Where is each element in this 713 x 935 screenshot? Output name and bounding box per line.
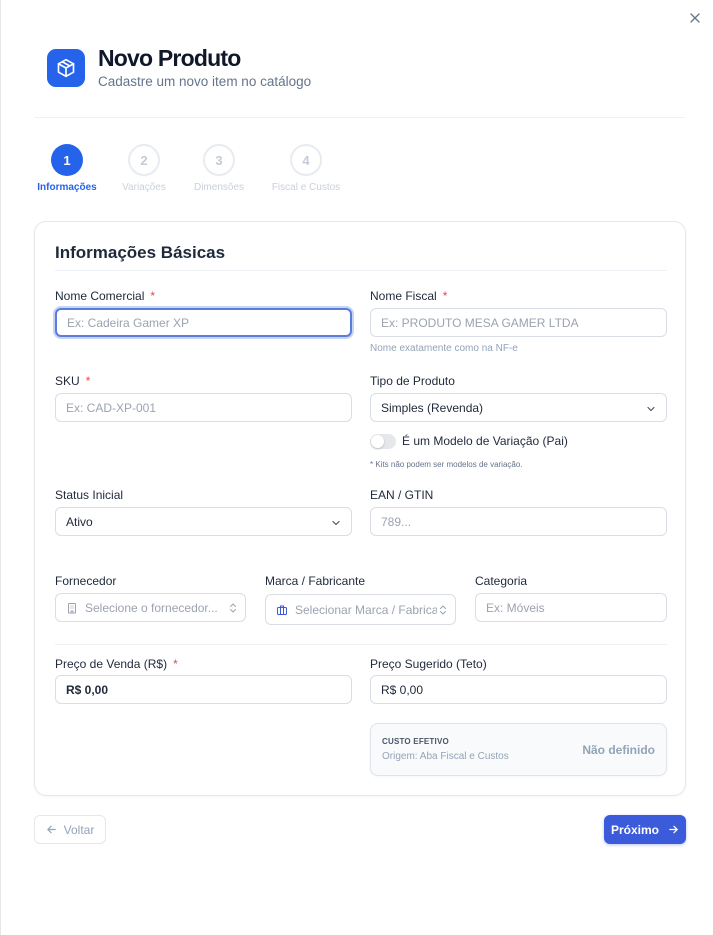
close-icon[interactable]	[687, 10, 703, 26]
nome-fiscal-label: Nome Fiscal *	[370, 289, 447, 303]
chevrons-up-down-icon	[229, 602, 237, 617]
back-label: Voltar	[63, 822, 95, 837]
ean-input[interactable]: 789...	[370, 507, 667, 536]
chevron-down-icon	[646, 403, 656, 417]
custo-efetivo-title: CUSTO EFETIVO	[382, 737, 449, 746]
modal-header: Novo Produto Cadastre um novo item no ca…	[47, 45, 311, 89]
step-number: 3	[203, 144, 235, 176]
header-divider	[34, 117, 685, 118]
custo-efetivo-value: Não definido	[582, 743, 655, 757]
status-inicial-value: Ativo	[66, 514, 93, 529]
tipo-produto-value: Simples (Revenda)	[381, 400, 484, 415]
modelo-variacao-label: É um Modelo de Variação (Pai)	[402, 434, 568, 448]
custo-efetivo-origin: Origem: Aba Fiscal e Custos	[382, 751, 509, 762]
stepper: 1 Informações 2 Variações 3 Dimensões 4 …	[1, 144, 713, 204]
page-title: Novo Produto	[98, 45, 241, 71]
next-button[interactable]: Próximo	[604, 815, 686, 844]
chevrons-up-down-icon	[439, 604, 447, 619]
status-inicial-label: Status Inicial	[55, 488, 124, 502]
preco-venda-label: Preço de Venda (R$) *	[55, 657, 178, 671]
categoria-label: Categoria	[475, 574, 528, 588]
step-fiscal-custos[interactable]: 4 Fiscal e Custos	[251, 144, 361, 193]
tipo-produto-label: Tipo de Produto	[370, 374, 455, 388]
briefcase-icon	[276, 604, 288, 616]
fornecedor-label: Fornecedor	[55, 574, 117, 588]
preco-sugerido-label: Preço Sugerido (Teto)	[370, 657, 487, 671]
fornecedor-placeholder: Selecione o fornecedor...	[85, 600, 218, 615]
marca-label: Marca / Fabricante	[265, 574, 366, 588]
marca-placeholder: Selecionar Marca / Fabricante	[295, 602, 437, 617]
basic-info-card: Informações Básicas Nome Comercial * Ex: …	[34, 221, 686, 796]
categoria-input[interactable]: Ex: Móveis	[475, 593, 667, 622]
preco-sugerido-input[interactable]: R$ 0,00	[370, 675, 667, 704]
step-number: 1	[51, 144, 83, 176]
nome-comercial-input[interactable]: Ex: Cadeira Gamer XP	[55, 308, 352, 337]
required-mark: *	[85, 374, 91, 388]
step-label: Fiscal e Custos	[271, 182, 341, 193]
modelo-variacao-hint: * Kits não podem ser modelos de variação…	[370, 460, 523, 469]
preco-venda-input[interactable]: R$ 0,00	[55, 675, 352, 704]
label-text: SKU	[55, 374, 80, 388]
page-subtitle: Cadastre um novo item no catálogo	[98, 74, 312, 89]
required-mark: *	[442, 289, 448, 303]
status-inicial-select[interactable]: Ativo	[55, 507, 352, 536]
toggle-knob	[371, 435, 384, 448]
sku-label: SKU *	[55, 374, 90, 388]
modelo-variacao-toggle[interactable]	[370, 434, 396, 449]
nome-fiscal-hint: Nome exatamente como na NF-e	[370, 343, 518, 354]
label-text: Nome Comercial	[55, 289, 145, 303]
section-divider	[55, 270, 667, 271]
arrow-right-icon	[668, 824, 679, 835]
marca-combobox[interactable]: Selecionar Marca / Fabricante	[265, 594, 456, 625]
required-mark: *	[173, 657, 178, 671]
section-title: Informações Básicas	[55, 243, 226, 262]
chevron-down-icon	[331, 517, 341, 531]
next-label: Próximo	[610, 822, 659, 837]
required-mark: *	[150, 289, 156, 303]
custo-efetivo-box: CUSTO EFETIVO Origem: Aba Fiscal e Custo…	[370, 723, 667, 776]
pricing-divider	[55, 644, 667, 645]
sku-input[interactable]: Ex: CAD-XP-001	[55, 393, 352, 422]
package-icon	[47, 49, 85, 87]
arrow-left-icon	[46, 824, 57, 835]
nome-fiscal-input[interactable]: Ex: PRODUTO MESA GAMER LTDA	[370, 308, 667, 337]
building-icon	[66, 602, 78, 614]
back-button[interactable]: Voltar	[34, 815, 106, 844]
step-number: 2	[128, 144, 160, 176]
tipo-produto-select[interactable]: Simples (Revenda)	[370, 393, 667, 422]
ean-label: EAN / GTIN	[370, 488, 434, 502]
nome-comercial-label: Nome Comercial *	[55, 289, 155, 303]
step-number: 4	[290, 144, 322, 176]
product-modal: Novo Produto Cadastre um novo item no ca…	[0, 0, 713, 935]
label-text: Preço de Venda (R$)	[55, 657, 168, 671]
fornecedor-combobox[interactable]: Selecione o fornecedor...	[55, 593, 246, 622]
label-text: Nome Fiscal	[370, 289, 437, 303]
